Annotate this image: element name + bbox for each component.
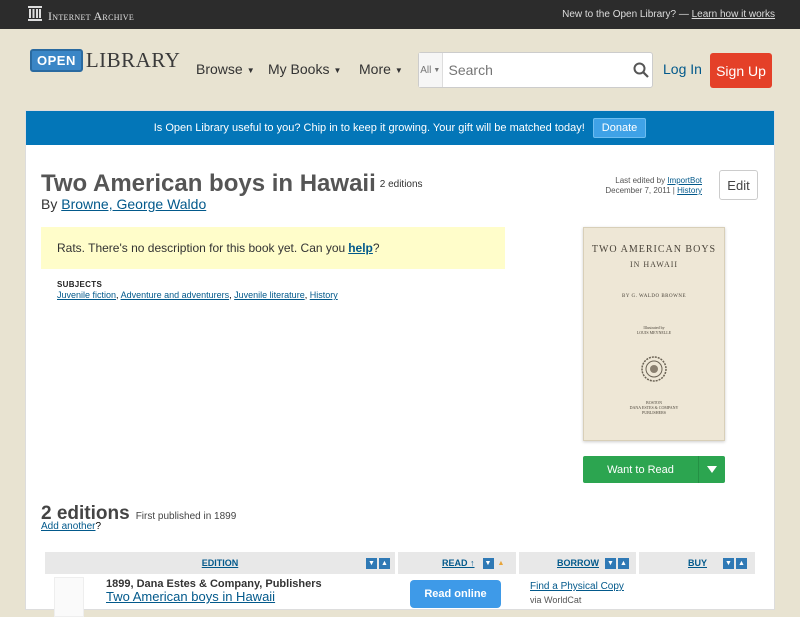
cover-title-line2: IN HAWAII — [629, 260, 679, 269]
description-end: ? — [372, 241, 380, 255]
byline: By Browne, George Waldo — [41, 196, 206, 212]
donate-button[interactable]: Donate — [592, 118, 647, 138]
last-edited-date: December 7, 2011 | — [605, 186, 675, 195]
book-title: Two American boys in Hawaii — [41, 170, 376, 197]
subject-link[interactable]: Juvenile fiction — [57, 290, 116, 300]
archive-building-icon — [28, 6, 42, 26]
add-another-row: Add another? — [41, 521, 101, 532]
want-to-read-button: Want to Read — [583, 456, 725, 483]
nav-browse-label: Browse — [196, 61, 243, 77]
nav-browse[interactable]: Browse ▼ — [196, 61, 255, 77]
first-published: First published in 1899 — [135, 511, 237, 522]
borrow-sort-link[interactable]: BORROW — [557, 558, 599, 568]
nav-my-books-label: My Books — [268, 61, 330, 77]
sort-up-icon[interactable]: ▲ — [618, 558, 629, 569]
sort-up-active-icon[interactable]: ▲ — [496, 558, 507, 569]
author-link[interactable]: Browne, George Waldo — [61, 196, 206, 212]
via-worldcat: via WorldCat — [530, 595, 582, 605]
edition-title-link[interactable]: Two American boys in Hawaii — [106, 589, 275, 604]
open-library-logo[interactable]: OPEN LIBRARY — [30, 48, 180, 73]
chevron-down-icon: ▼ — [433, 66, 441, 74]
sort-down-icon[interactable]: ▼ — [723, 558, 735, 569]
find-physical-copy-link[interactable]: Find a Physical Copy — [530, 581, 624, 592]
ia-promo-text: New to the Open Library? — — [562, 9, 689, 20]
book-title-row: Two American boys in Hawaii 2 editions — [41, 170, 423, 198]
main-content-card: Is Open Library useful to you? Chip in t… — [25, 110, 775, 617]
donate-banner: Is Open Library useful to you? Chip in t… — [26, 111, 774, 145]
publisher-seal-icon — [641, 356, 667, 387]
read-sort-controls: ▼ ▲ — [481, 557, 507, 569]
signup-button[interactable]: Sign Up — [710, 53, 772, 88]
read-sort-link[interactable]: READ ↑ — [442, 558, 475, 568]
subjects-heading: SUBJECTS — [57, 280, 103, 289]
internet-archive-wordmark: Internet Archive — [48, 8, 135, 23]
chevron-down-icon: ▼ — [333, 65, 342, 75]
search-category-select[interactable]: All ▼ — [419, 53, 443, 87]
sort-down-icon[interactable]: ▼ — [482, 558, 494, 569]
book-cover[interactable]: TWO AMERICAN BOYS IN HAWAII BY G. WALDO … — [583, 227, 725, 441]
login-link[interactable]: Log In — [663, 61, 702, 77]
column-header-read: READ ↑ ▼ ▲ — [398, 552, 516, 574]
subjects-list: Juvenile fiction, Adventure and adventur… — [57, 290, 338, 300]
subject-link[interactable]: Adventure and adventurers — [121, 290, 230, 300]
internet-archive-logo[interactable]: Internet Archive — [28, 6, 134, 26]
last-edited-label: Last edited by — [615, 176, 666, 185]
byline-prefix: By — [41, 196, 58, 212]
last-edited-info: Last edited by ImportBot December 7, 201… — [605, 176, 702, 196]
help-link[interactable]: help — [348, 241, 373, 255]
editions-count-link[interactable]: 2 editions — [380, 179, 423, 190]
cover-author: BY G. WALDO BROWNE — [622, 294, 686, 299]
cover-title-line1: TWO AMERICAN BOYS — [591, 244, 717, 255]
sort-up-icon[interactable]: ▲ — [379, 558, 390, 569]
column-header-edition: EDITION ▼ ▲ — [45, 552, 395, 574]
edition-sort-link[interactable]: EDITION — [202, 558, 239, 568]
nav-more-label: More — [359, 61, 391, 77]
add-another-end: ? — [95, 521, 102, 532]
history-link[interactable]: History — [677, 186, 702, 195]
cover-illustrator: LOUIS MEYNELLE — [636, 330, 672, 335]
column-header-borrow: BORROW ▼ ▲ — [519, 552, 636, 574]
subjects-section: SUBJECTS Juvenile fiction, Adventure and… — [57, 279, 338, 301]
want-to-read-dropdown[interactable] — [699, 456, 725, 483]
subject-link[interactable]: Juvenile literature — [234, 290, 305, 300]
editor-link[interactable]: ImportBot — [667, 176, 702, 185]
edit-button[interactable]: Edit — [719, 170, 758, 200]
sort-down-icon[interactable]: ▼ — [605, 558, 616, 569]
search-input[interactable] — [442, 55, 630, 85]
donate-text: Is Open Library useful to you? Chip in t… — [153, 122, 585, 134]
add-another-link[interactable]: Add another — [41, 521, 96, 532]
edition-sort-controls: ▼ ▲ — [364, 557, 390, 569]
borrow-sort-controls: ▼ ▲ — [603, 557, 629, 569]
sort-up-icon[interactable]: ▲ — [736, 558, 748, 569]
open-badge: OPEN — [30, 49, 83, 72]
cover-illustrated: Illustrated by LOUIS MEYNELLE — [584, 325, 724, 335]
read-online-button[interactable]: Read online — [410, 580, 501, 608]
buy-sort-controls: ▼ ▲ — [721, 557, 748, 569]
column-header-buy: BUY ▼ ▲ — [639, 552, 755, 574]
description-notice: Rats. There's no description for this bo… — [41, 227, 505, 269]
sort-down-icon[interactable]: ▼ — [366, 558, 377, 569]
subject-link[interactable]: History — [310, 290, 338, 300]
nav-more[interactable]: More ▼ — [359, 61, 403, 77]
library-wordmark: LIBRARY — [85, 48, 181, 72]
ia-promo: New to the Open Library? — Learn how it … — [562, 9, 775, 20]
cover-publisher-line: PUBLISHERS — [641, 410, 666, 415]
nav-my-books[interactable]: My Books ▼ — [268, 61, 341, 77]
chevron-down-icon: ▼ — [246, 65, 255, 75]
search-bar: All ▼ — [418, 52, 653, 88]
edition-thumbnail[interactable] — [54, 577, 84, 617]
cover-publisher: BOSTON DANA ESTES & COMPANY PUBLISHERS — [584, 400, 724, 415]
learn-how-link[interactable]: Learn how it works — [692, 9, 775, 20]
caret-down-icon — [707, 466, 717, 473]
search-category-value: All — [420, 64, 432, 76]
internet-archive-bar: Internet Archive New to the Open Library… — [0, 0, 800, 29]
want-to-read-label[interactable]: Want to Read — [583, 456, 699, 483]
description-text: Rats. There's no description for this bo… — [57, 241, 346, 255]
chevron-down-icon: ▼ — [394, 65, 403, 75]
search-icon[interactable] — [630, 62, 653, 78]
buy-sort-link[interactable]: BUY — [688, 558, 707, 568]
